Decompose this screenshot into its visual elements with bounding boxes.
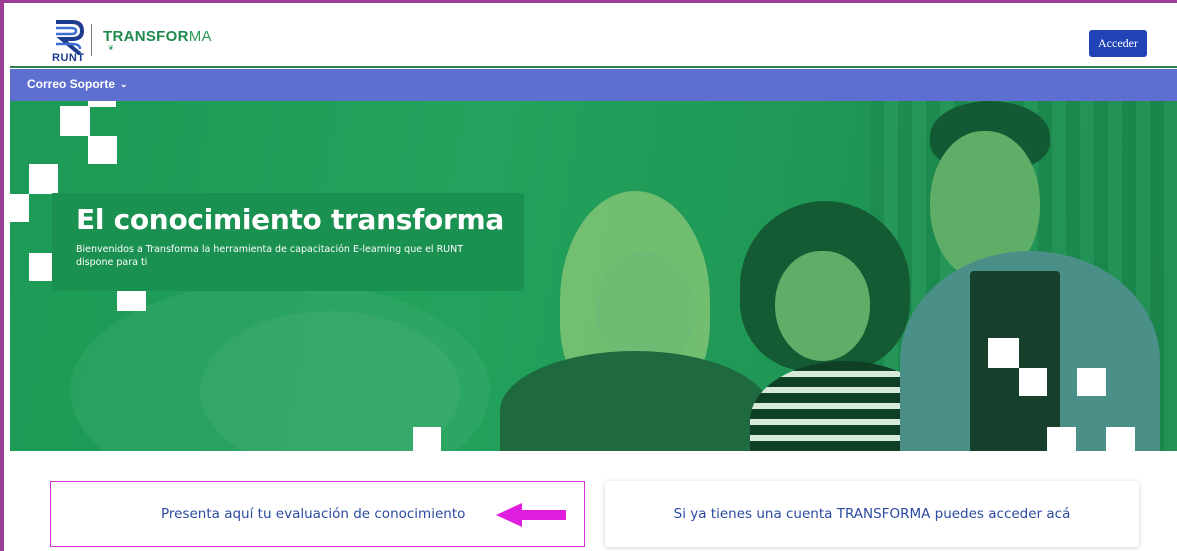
leaf-icon: ❦ <box>108 45 114 52</box>
decor-square <box>60 106 90 136</box>
decor-square <box>413 427 441 451</box>
decor-square <box>1106 427 1135 451</box>
transforma-logo-light: MA <box>188 28 212 45</box>
decor-square <box>88 101 116 107</box>
existing-account-card-label: Si ya tienes una cuenta TRANSFORMA puede… <box>673 506 1071 522</box>
existing-account-card[interactable]: Si ya tienes una cuenta TRANSFORMA puede… <box>605 481 1139 547</box>
chevron-down-icon: ⌄ <box>120 78 128 89</box>
decor-square <box>29 164 58 194</box>
login-button[interactable]: Acceder <box>1089 30 1147 57</box>
arrow-left-icon <box>496 503 566 527</box>
decor-square <box>88 136 117 164</box>
decor-square <box>1077 368 1106 396</box>
evaluation-card[interactable]: Presenta aquí tu evaluación de conocimie… <box>50 481 585 547</box>
hero-title: El conocimiento transforma <box>76 203 504 236</box>
hero-text-box: El conocimiento transforma Bienvenidos a… <box>52 193 524 291</box>
transforma-logo-bold: TRANSFOR <box>103 28 189 45</box>
hero-subtitle: Bienvenidos a Transforma la herramienta … <box>76 244 464 268</box>
nav-menu-label: Correo Soporte <box>27 77 116 91</box>
runt-logo-text: RUNT <box>52 52 85 64</box>
nav-menu-correo-soporte[interactable]: Correo Soporte ⌄ <box>27 77 128 91</box>
top-navbar: Correo Soporte ⌄ <box>10 69 1177 101</box>
decor-square <box>1047 427 1076 451</box>
hero-banner: El conocimiento transforma Bienvenidos a… <box>10 101 1177 451</box>
decor-square <box>10 194 29 222</box>
logo-divider <box>91 24 92 56</box>
transforma-logo[interactable]: TRANSFORMA <box>103 28 212 45</box>
decor-square <box>988 338 1019 368</box>
site-header: RUNT TRANSFORMA ❦ Acceder <box>10 14 1177 68</box>
decor-square <box>1019 368 1047 396</box>
evaluation-card-label: Presenta aquí tu evaluación de conocimie… <box>161 506 466 522</box>
decor-square <box>117 291 146 311</box>
